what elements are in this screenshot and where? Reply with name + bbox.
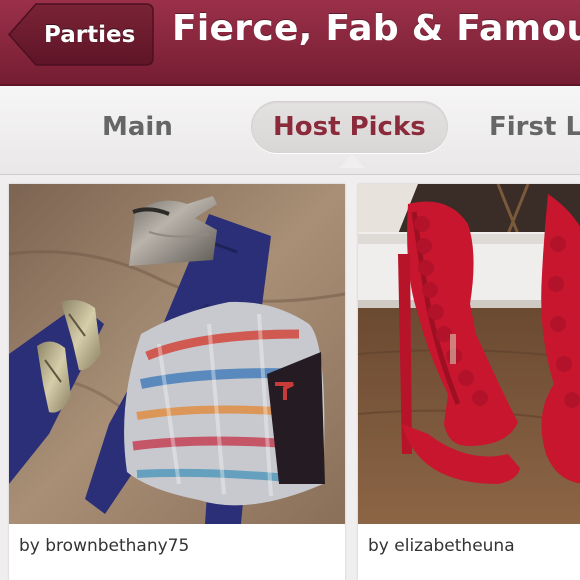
tab-host-picks[interactable]: Host Picks (251, 101, 448, 153)
tab-first-look[interactable]: First Look (489, 101, 580, 153)
tab-main[interactable]: Main (102, 101, 173, 153)
listing-photo-outfit[interactable] (9, 184, 345, 524)
selected-tab-pointer (339, 154, 365, 168)
listing-card[interactable]: by elizabetheuna (358, 184, 580, 580)
page-title: Fierce, Fab & Famous (172, 8, 580, 49)
listing-seller[interactable]: by brownbethany75 (19, 536, 189, 556)
listing-card[interactable]: by brownbethany75 (9, 184, 345, 580)
outfit-illustration (9, 184, 345, 524)
listing-photo-red-heels[interactable] (358, 184, 580, 524)
back-button-label: Parties (44, 21, 136, 48)
header-bar: Parties Fierce, Fab & Famous (0, 0, 580, 86)
tab-bar: Main Host Picks First Look (0, 86, 580, 175)
listing-seller[interactable]: by elizabetheuna (368, 536, 515, 556)
red-heels-illustration (358, 184, 580, 524)
back-button[interactable]: Parties (8, 3, 154, 66)
